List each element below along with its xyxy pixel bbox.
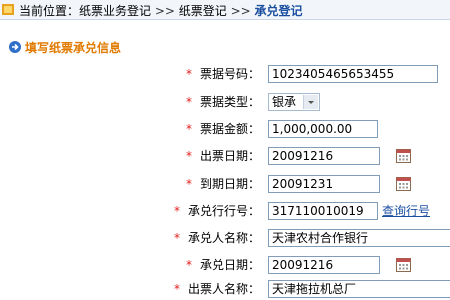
breadcrumb-prefix: 当前位置：纸票业务登记	[19, 4, 152, 18]
bill-number-label: 票据号码：	[200, 67, 261, 81]
chevron-down-icon[interactable]	[303, 95, 318, 109]
required-mark: *	[174, 204, 180, 218]
drawer-name-label: 出票人名称：	[188, 282, 261, 296]
required-mark: *	[174, 282, 180, 296]
section-title: 填写纸票承兑信息	[25, 40, 122, 55]
acceptor-bank-code-label: 承兑行行号：	[188, 204, 261, 218]
required-mark: *	[174, 231, 180, 245]
issue-date-label: 出票日期：	[200, 149, 261, 163]
required-mark: *	[186, 122, 192, 136]
form-row-bill-type: * 票据类型： 银承	[0, 91, 450, 113]
required-mark: *	[186, 149, 192, 163]
calendar-icon[interactable]	[396, 148, 411, 163]
form-row-due-date: * 到期日期： 20091231	[0, 173, 450, 195]
form-row-bill-amount: * 票据金额： 1,000,000.00	[0, 118, 450, 140]
due-date-input[interactable]: 20091231	[268, 175, 380, 193]
required-mark: *	[186, 67, 192, 81]
form-row-bill-number: * 票据号码： 1023405465653455	[0, 63, 450, 85]
breadcrumb-current: 承兑登记	[254, 4, 303, 18]
issue-date-input[interactable]: 20091216	[268, 147, 380, 165]
form-row-acceptor-bank-code: * 承兑行行号： 317110010019 查询行号	[0, 200, 450, 222]
form-row-acceptance-date: * 承兑日期： 20091216	[0, 254, 450, 276]
calendar-icon[interactable]	[396, 257, 411, 272]
required-mark: *	[186, 258, 192, 272]
breadcrumb-separator: >>	[151, 4, 179, 18]
bill-type-label: 票据类型：	[200, 95, 261, 109]
acceptor-name-input[interactable]: 天津农村合作银行	[268, 229, 450, 247]
breadcrumb: 当前位置：纸票业务登记 >> 纸票登记 >> 承兑登记	[0, 0, 450, 20]
bill-type-selected: 银承	[272, 95, 297, 109]
home-icon	[2, 4, 14, 15]
form-row-acceptor-name: * 承兑人名称： 天津农村合作银行	[0, 227, 450, 249]
query-bank-code-link[interactable]: 查询行号	[382, 202, 430, 220]
form-row-issue-date: * 出票日期： 20091216	[0, 145, 450, 167]
bill-amount-label: 票据金额：	[200, 122, 261, 136]
bill-type-select[interactable]: 银承	[268, 93, 320, 111]
arrow-right-icon	[9, 41, 21, 53]
acceptance-date-label: 承兑日期：	[200, 258, 261, 272]
acceptor-bank-code-input[interactable]: 317110010019	[268, 202, 378, 220]
calendar-icon[interactable]	[396, 176, 411, 191]
drawer-name-input[interactable]: 天津拖拉机总厂	[268, 280, 450, 298]
bill-amount-input[interactable]: 1,000,000.00	[268, 120, 378, 138]
form-row-drawer-name: * 出票人名称： 天津拖拉机总厂	[0, 278, 450, 300]
due-date-label: 到期日期：	[200, 177, 261, 191]
bill-number-input[interactable]: 1023405465653455	[268, 65, 438, 83]
breadcrumb-separator: >>	[226, 4, 255, 18]
required-mark: *	[186, 177, 192, 191]
required-mark: *	[186, 95, 192, 109]
breadcrumb-item-paper-register[interactable]: 纸票登记	[179, 4, 227, 18]
acceptor-name-label: 承兑人名称：	[188, 231, 261, 245]
acceptance-date-input[interactable]: 20091216	[268, 256, 380, 274]
breadcrumb-text: 当前位置：纸票业务登记 >> 纸票登记 >> 承兑登记	[19, 2, 303, 19]
section-header: 填写纸票承兑信息	[0, 38, 121, 56]
